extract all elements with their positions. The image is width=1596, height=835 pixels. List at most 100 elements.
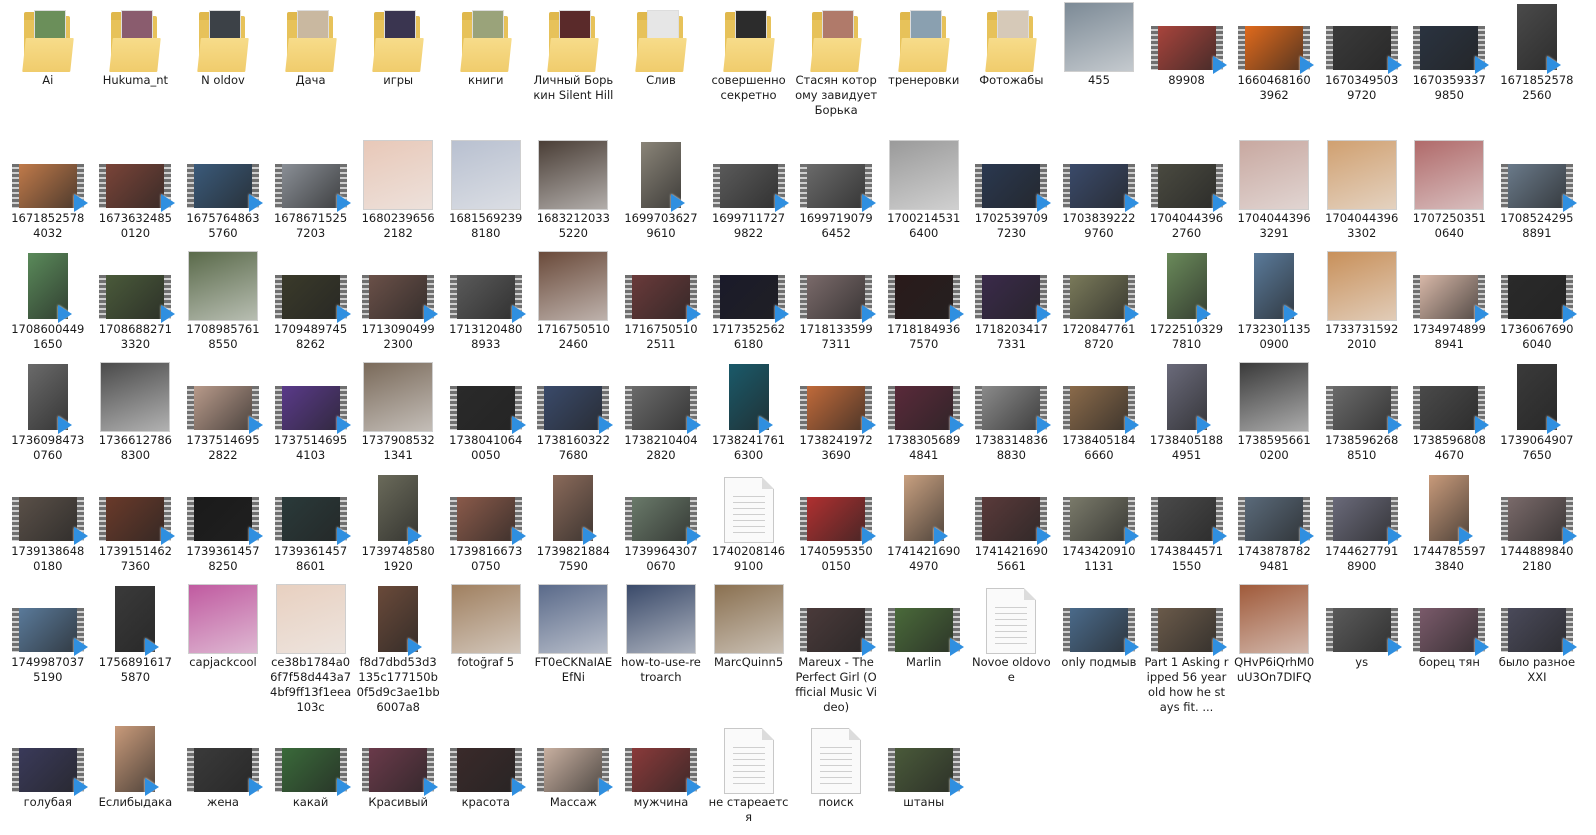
file-item[interactable]: 1737514695 4103 bbox=[267, 360, 355, 471]
file-item[interactable]: 1738160322 7680 bbox=[530, 360, 618, 471]
file-item[interactable]: 1739748580 1920 bbox=[354, 471, 442, 582]
file-item[interactable]: QHvP6iQrhM0uU3On7DIFQ bbox=[1230, 582, 1318, 722]
file-item[interactable]: 1713120480 8933 bbox=[442, 249, 530, 360]
file-item[interactable]: Еслибыдака bbox=[92, 722, 180, 835]
file-item[interactable]: 1716750510 2511 bbox=[617, 249, 705, 360]
file-item[interactable]: 1736067690 6040 bbox=[1493, 249, 1581, 360]
file-item[interactable]: 1738595661 0200 bbox=[1230, 360, 1318, 471]
file-item[interactable]: 1740595350 0150 bbox=[792, 471, 880, 582]
file-item[interactable]: 1732301135 0900 bbox=[1230, 249, 1318, 360]
file-item[interactable]: мужчина bbox=[617, 722, 705, 835]
folder-item[interactable]: Дача bbox=[267, 0, 355, 138]
file-item[interactable]: 1671852578 2560 bbox=[1493, 0, 1581, 138]
file-item[interactable]: 1737908532 1341 bbox=[354, 360, 442, 471]
file-item[interactable]: 1734974899 8941 bbox=[1406, 249, 1494, 360]
file-item[interactable]: 1703839222 9760 bbox=[1055, 138, 1143, 249]
folder-item[interactable]: тренеровки bbox=[880, 0, 968, 138]
file-item[interactable]: 455 bbox=[1055, 0, 1143, 138]
file-item[interactable]: 1670359337 9850 bbox=[1406, 0, 1494, 138]
file-item[interactable]: 1704044396 2760 bbox=[1143, 138, 1231, 249]
file-item[interactable]: 1708524295 8891 bbox=[1493, 138, 1581, 249]
file-item[interactable]: 1756891617 5870 bbox=[92, 582, 180, 722]
file-item[interactable]: не стареается bbox=[705, 722, 793, 835]
file-item[interactable]: 1718184936 7570 bbox=[880, 249, 968, 360]
file-item[interactable]: 1738596808 4670 bbox=[1406, 360, 1494, 471]
folder-item[interactable]: Слив bbox=[617, 0, 705, 138]
file-item[interactable]: 1743878782 9481 bbox=[1230, 471, 1318, 582]
folder-item[interactable]: книги bbox=[442, 0, 530, 138]
folder-item[interactable]: игры bbox=[354, 0, 442, 138]
folder-item[interactable]: Ai bbox=[4, 0, 92, 138]
file-item[interactable]: how-to-use-retroarch bbox=[617, 582, 705, 722]
file-item[interactable]: 1700214531 6400 bbox=[880, 138, 968, 249]
folder-item[interactable]: Стасян которому завидует Борька bbox=[792, 0, 880, 138]
file-item[interactable]: 1704044396 3291 bbox=[1230, 138, 1318, 249]
file-item[interactable]: 1738241972 3690 bbox=[792, 360, 880, 471]
file-item[interactable]: MarcQuinn5 bbox=[705, 582, 793, 722]
file-item[interactable]: Массаж bbox=[530, 722, 618, 835]
file-item[interactable]: 1739138648 0180 bbox=[4, 471, 92, 582]
file-item[interactable]: 1739151462 7360 bbox=[92, 471, 180, 582]
file-item[interactable]: какай bbox=[267, 722, 355, 835]
file-item[interactable]: 1680239656 2182 bbox=[354, 138, 442, 249]
file-item[interactable]: 1683212033 5220 bbox=[530, 138, 618, 249]
file-item[interactable]: 1739816673 0750 bbox=[442, 471, 530, 582]
file-item[interactable]: 1708600449 1650 bbox=[4, 249, 92, 360]
file-item[interactable]: штаны bbox=[880, 722, 968, 835]
file-item[interactable]: Part 1 Asking ripped 56 year old how he … bbox=[1143, 582, 1231, 722]
file-item[interactable]: 1717352562 6180 bbox=[705, 249, 793, 360]
file-item[interactable]: 1738305689 4841 bbox=[880, 360, 968, 471]
file-item[interactable]: 1741421690 4970 bbox=[880, 471, 968, 582]
file-item[interactable]: 1718203417 7331 bbox=[968, 249, 1056, 360]
file-item[interactable]: 1673632485 0120 bbox=[92, 138, 180, 249]
file-item[interactable]: 1739064907 7650 bbox=[1493, 360, 1581, 471]
file-item[interactable]: 1739361457 8601 bbox=[267, 471, 355, 582]
file-item[interactable]: 1675764863 5760 bbox=[179, 138, 267, 249]
file-item[interactable]: 1744627791 8900 bbox=[1318, 471, 1406, 582]
file-item[interactable]: fotoğraf 5 bbox=[442, 582, 530, 722]
file-item[interactable]: 89908 bbox=[1143, 0, 1231, 138]
file-item[interactable]: поиск bbox=[792, 722, 880, 835]
file-item[interactable]: 1699719079 6452 bbox=[792, 138, 880, 249]
file-item[interactable]: 1678671525 7203 bbox=[267, 138, 355, 249]
file-item[interactable]: 1718133599 7311 bbox=[792, 249, 880, 360]
file-item[interactable]: 1738241761 6300 bbox=[705, 360, 793, 471]
folder-item[interactable]: совершенно секретно bbox=[705, 0, 793, 138]
file-item[interactable]: 1738596268 8510 bbox=[1318, 360, 1406, 471]
file-item[interactable]: 1660468160 3962 bbox=[1230, 0, 1318, 138]
file-item[interactable]: 1722510329 7810 bbox=[1143, 249, 1231, 360]
file-item[interactable]: 1704044396 3302 bbox=[1318, 138, 1406, 249]
file-item[interactable]: 1733731592 2010 bbox=[1318, 249, 1406, 360]
file-item[interactable]: голубая bbox=[4, 722, 92, 835]
folder-item[interactable]: Hukuma_nt bbox=[92, 0, 180, 138]
file-item[interactable]: 1738041064 0050 bbox=[442, 360, 530, 471]
file-item[interactable]: 1699703627 9610 bbox=[617, 138, 705, 249]
file-item[interactable]: 1738405188 4951 bbox=[1143, 360, 1231, 471]
folder-item[interactable]: Личный Борькин Silent Hill bbox=[530, 0, 618, 138]
file-item[interactable]: 1681569239 8180 bbox=[442, 138, 530, 249]
file-item[interactable]: 1720847761 8720 bbox=[1055, 249, 1143, 360]
file-item[interactable]: 1738314836 8830 bbox=[968, 360, 1056, 471]
folder-item[interactable]: Фотожабы bbox=[968, 0, 1056, 138]
file-item[interactable]: 1738405184 6660 bbox=[1055, 360, 1143, 471]
file-item[interactable]: 1741421690 5661 bbox=[968, 471, 1056, 582]
file-item[interactable]: было разное XXI bbox=[1493, 582, 1581, 722]
file-item[interactable]: красота bbox=[442, 722, 530, 835]
file-item[interactable]: ys bbox=[1318, 582, 1406, 722]
file-item[interactable]: 1739964307 0670 bbox=[617, 471, 705, 582]
file-item[interactable]: ce38b1784a06f7f58d443a74bf9ff13f1eea103c bbox=[267, 582, 355, 722]
file-item[interactable]: 1702539709 7230 bbox=[968, 138, 1056, 249]
file-item[interactable]: Novoe oldovoe bbox=[968, 582, 1056, 722]
file-item[interactable]: 1740208146 9100 bbox=[705, 471, 793, 582]
file-item[interactable]: Красивый bbox=[354, 722, 442, 835]
file-item[interactable]: 1713090499 2300 bbox=[354, 249, 442, 360]
file-item[interactable]: жена bbox=[179, 722, 267, 835]
file-item[interactable]: 1716750510 2460 bbox=[530, 249, 618, 360]
file-item[interactable]: Marlin bbox=[880, 582, 968, 722]
file-item[interactable]: 1744785597 3840 bbox=[1406, 471, 1494, 582]
file-item[interactable]: FT0eCKNaIAEEfNi bbox=[530, 582, 618, 722]
file-item[interactable]: 1737514695 2822 bbox=[179, 360, 267, 471]
file-item[interactable]: f8d7dbd53d3135c177150b0f5d9c3ae1bb6007a8 bbox=[354, 582, 442, 722]
file-item[interactable]: 1699711727 9822 bbox=[705, 138, 793, 249]
file-item[interactable]: 1739821884 7590 bbox=[530, 471, 618, 582]
